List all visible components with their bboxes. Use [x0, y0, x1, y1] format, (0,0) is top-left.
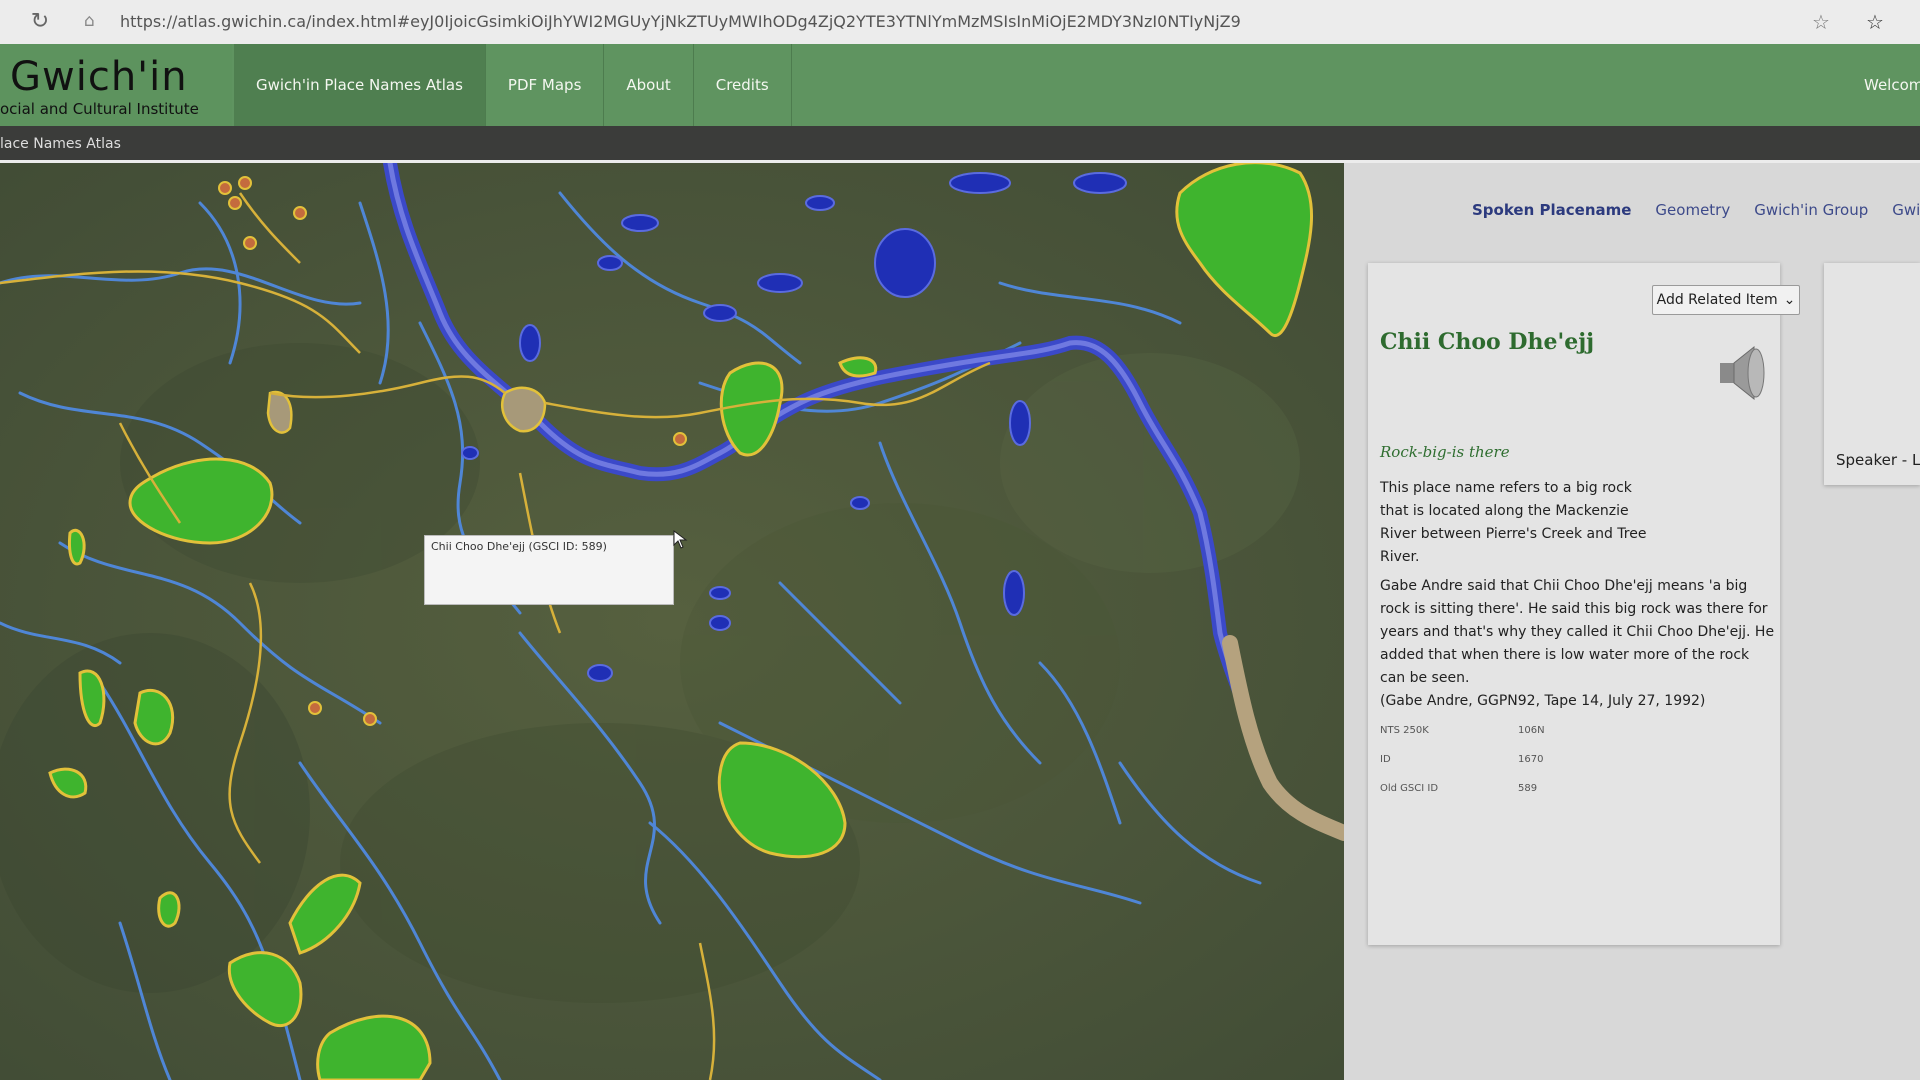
detail-tabs: Spoken Placename Geometry Gwich'in Group…: [1472, 201, 1920, 219]
nav-place-names-atlas[interactable]: Gwich'in Place Names Atlas: [234, 44, 486, 126]
welcome-link[interactable]: Welcom: [1864, 76, 1920, 94]
nav-about[interactable]: About: [604, 44, 694, 126]
tab-gwichin-group[interactable]: Gwich'in Group: [1754, 201, 1868, 219]
nav-credits[interactable]: Credits: [694, 44, 792, 126]
speaker-label: Speaker - L: [1836, 451, 1920, 469]
breadcrumb: lace Names Atlas: [0, 126, 1920, 160]
add-related-label: Add Related Item: [1656, 292, 1778, 308]
chevron-down-icon: ⌄: [1783, 292, 1796, 308]
add-related-item-button[interactable]: Add Related Item ⌄: [1652, 285, 1800, 315]
main-nav: Gwich'in Place Names Atlas PDF Maps Abou…: [234, 44, 792, 126]
place-description-1: This place name refers to a big rock tha…: [1380, 480, 1647, 565]
favorites-icon[interactable]: ☆: [1866, 10, 1884, 34]
place-meaning: Rock-big-is there: [1380, 443, 1510, 461]
metadata-key: ID: [1380, 754, 1391, 765]
metadata-value: 106N: [1518, 725, 1545, 736]
address-bar[interactable]: https://atlas.gwichin.ca/index.html#eyJ0…: [120, 12, 1740, 32]
browser-toolbar: ↻ ⌂ https://atlas.gwichin.ca/index.html#…: [0, 0, 1920, 45]
metadata-value: 589: [1518, 783, 1538, 794]
site-logo[interactable]: Gwich'in ocial and Cultural Institute: [0, 44, 232, 126]
cursor-icon: [673, 530, 688, 549]
speaker-icon[interactable]: [1716, 341, 1770, 405]
speaker-card: Speaker - L: [1824, 263, 1920, 485]
metadata-key: NTS 250K: [1380, 725, 1429, 736]
star-icon[interactable]: ☆: [1812, 10, 1830, 34]
breadcrumb-label: lace Names Atlas: [0, 136, 121, 152]
metadata-value: 1670: [1518, 754, 1544, 765]
lock-icon: ⌂: [84, 11, 95, 31]
site-header: Gwich'in ocial and Cultural Institute Gw…: [0, 44, 1920, 126]
metadata-row: Old GSCI ID 589: [1380, 783, 1545, 812]
tab-spoken-placename[interactable]: Spoken Placename: [1472, 201, 1631, 219]
place-description-2: Gabe Andre said that Chii Choo Dhe'ejj m…: [1380, 578, 1775, 686]
place-citation: (Gabe Andre, GGPN92, Tape 14, July 27, 1…: [1380, 693, 1706, 709]
placename-card: Add Related Item ⌄ Chii Choo Dhe'ejj Roc…: [1368, 263, 1800, 945]
nav-pdf-maps[interactable]: PDF Maps: [486, 44, 605, 126]
tab-gwichin[interactable]: Gwich'in: [1892, 201, 1920, 219]
logo-title: Gwich'in: [10, 54, 188, 100]
map-popup[interactable]: Chii Choo Dhe'ejj (GSCI ID: 589): [424, 535, 674, 605]
map-svg: [0, 163, 1344, 1080]
metadata-row: NTS 250K 106N: [1380, 725, 1545, 754]
metadata-row: ID 1670: [1380, 754, 1545, 783]
metadata-table: NTS 250K 106N ID 1670 Old GSCI ID 589: [1380, 725, 1545, 812]
map-canvas[interactable]: Chii Choo Dhe'ejj (GSCI ID: 589): [0, 163, 1344, 1080]
reload-icon[interactable]: ↻: [28, 10, 52, 34]
tab-geometry[interactable]: Geometry: [1655, 201, 1730, 219]
place-name-title: Chii Choo Dhe'ejj: [1380, 329, 1595, 355]
popup-label: Chii Choo Dhe'ejj (GSCI ID: 589): [431, 540, 607, 553]
metadata-key: Old GSCI ID: [1380, 783, 1439, 794]
logo-subtitle: ocial and Cultural Institute: [0, 100, 199, 118]
